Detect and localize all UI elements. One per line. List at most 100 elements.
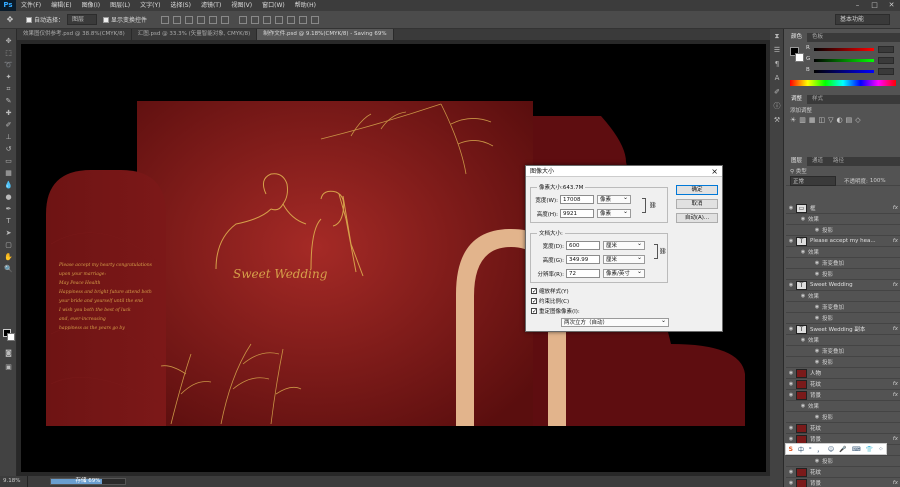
- green-slider[interactable]: [814, 59, 874, 62]
- auto-select-checkbox[interactable]: [26, 16, 32, 23]
- menu-edit[interactable]: 编辑(E): [46, 0, 76, 11]
- visibility-eye-icon[interactable]: ◉: [786, 425, 796, 431]
- layer-effect-row[interactable]: ◉效果: [786, 247, 900, 258]
- history-icon[interactable]: ⧗: [770, 29, 784, 43]
- tab-color[interactable]: 颜色: [786, 33, 808, 42]
- distribute-hcenter-icon[interactable]: [287, 15, 296, 24]
- auto-button[interactable]: 自动(A)...: [676, 213, 718, 223]
- layer-effect-row[interactable]: ◉ 投影: [786, 225, 900, 236]
- auto-select-dropdown[interactable]: 图层: [67, 14, 98, 25]
- resolution-unit[interactable]: 像素/英寸: [603, 268, 645, 278]
- align-top-icon[interactable]: [161, 15, 170, 24]
- visibility-eye-icon[interactable]: ◉: [786, 436, 796, 442]
- visibility-eye-icon[interactable]: ◉: [812, 359, 822, 365]
- resolution-input[interactable]: 72: [566, 269, 600, 278]
- blur-tool-icon[interactable]: 💧: [0, 179, 17, 191]
- layer-effect-row[interactable]: ◉ 投影: [786, 357, 900, 368]
- quick-mask-icon[interactable]: ◙: [0, 347, 17, 359]
- distribute-vcenter-icon[interactable]: [251, 15, 260, 24]
- tab-paths[interactable]: 路径: [828, 157, 849, 166]
- red-slider[interactable]: [814, 48, 874, 51]
- layer-effect-row[interactable]: ◉ 投影: [786, 269, 900, 280]
- align-hcenter-icon[interactable]: [209, 15, 218, 24]
- tab-adjustments[interactable]: 调整: [786, 95, 808, 104]
- menu-image[interactable]: 图像(I): [77, 0, 105, 11]
- layer-fx-badge[interactable]: fx: [893, 326, 898, 332]
- visibility-eye-icon[interactable]: ◉: [798, 293, 808, 299]
- menu-window[interactable]: 窗口(W): [257, 0, 290, 11]
- menu-help[interactable]: 帮助(H): [290, 0, 321, 11]
- layer-fx-badge[interactable]: fx: [893, 480, 898, 486]
- tab-layers[interactable]: 图层: [786, 157, 808, 166]
- info-icon[interactable]: ⓘ: [770, 99, 784, 113]
- history-brush-icon[interactable]: ↺: [0, 143, 17, 155]
- red-value[interactable]: [878, 46, 894, 53]
- minimize-button[interactable]: –: [849, 0, 866, 11]
- gradient-tool-icon[interactable]: ▦: [0, 167, 17, 179]
- visibility-eye-icon[interactable]: ◉: [798, 216, 808, 222]
- distribute-top-icon[interactable]: [239, 15, 248, 24]
- visibility-eye-icon[interactable]: ◉: [812, 260, 822, 266]
- ime-voice-icon[interactable]: 🎤: [839, 446, 846, 453]
- hand-tool-icon[interactable]: ✋: [0, 251, 17, 263]
- layer-effect-row[interactable]: ◉效果: [786, 214, 900, 225]
- marquee-tool-icon[interactable]: ⬚: [0, 47, 17, 59]
- visibility-eye-icon[interactable]: ◉: [812, 271, 822, 277]
- doc-tab-1[interactable]: 效果图仅供参考.psd @ 38.8%(CMYK/8): [17, 29, 132, 40]
- align-bottom-icon[interactable]: [185, 15, 194, 24]
- resample-checkbox[interactable]: ✓ 重定图像像素(I):: [531, 307, 580, 315]
- layer-fx-badge[interactable]: fx: [893, 205, 898, 211]
- ok-button[interactable]: 确定: [676, 185, 718, 195]
- brush-preset-icon[interactable]: ✐: [770, 85, 784, 99]
- path-select-icon[interactable]: ➤: [0, 227, 17, 239]
- color-bg-swatch[interactable]: [795, 53, 804, 62]
- visibility-eye-icon[interactable]: ◉: [812, 315, 822, 321]
- ime-punct-icon[interactable]: ，: [817, 445, 823, 454]
- align-right-icon[interactable]: [221, 15, 230, 24]
- tab-styles[interactable]: 样式: [807, 95, 828, 104]
- background-color-swatch[interactable]: [7, 333, 15, 341]
- ime-fullwidth-icon[interactable]: ᵒ: [809, 446, 811, 453]
- resample-method-dropdown[interactable]: 两次立方（自动）: [561, 317, 669, 327]
- move-tool-icon[interactable]: ✥: [0, 15, 20, 24]
- show-transform-checkbox[interactable]: [103, 16, 110, 23]
- align-left-icon[interactable]: [197, 15, 206, 24]
- zoom-tool-icon[interactable]: 🔍: [0, 263, 17, 275]
- layer-effect-row[interactable]: ◉效果: [786, 291, 900, 302]
- visibility-eye-icon[interactable]: ◉: [786, 282, 796, 288]
- constrain-proportions-checkbox[interactable]: ✓ 约束比例(C): [531, 297, 569, 305]
- type-tool-icon[interactable]: T: [0, 215, 17, 227]
- tab-swatches[interactable]: 色板: [807, 33, 828, 42]
- layer-effect-row[interactable]: ◉ 投影: [786, 456, 900, 467]
- auto-align-icon[interactable]: [311, 15, 320, 24]
- layer-effect-row[interactable]: ◉ 投影: [786, 412, 900, 423]
- visibility-eye-icon[interactable]: ◉: [798, 337, 808, 343]
- layer-fx-badge[interactable]: fx: [893, 238, 898, 244]
- visibility-eye-icon[interactable]: ◉: [786, 392, 796, 398]
- ime-keyboard-icon[interactable]: ⌨: [852, 446, 861, 453]
- opacity-value[interactable]: 100%: [870, 178, 886, 184]
- layer-effect-row[interactable]: ◉ 渐变叠加: [786, 346, 900, 357]
- align-vcenter-icon[interactable]: [173, 15, 182, 24]
- menu-filter[interactable]: 滤镜(T): [196, 0, 226, 11]
- menu-view[interactable]: 视图(V): [226, 0, 257, 11]
- visibility-eye-icon[interactable]: ◉: [786, 480, 796, 486]
- layer-filter-row[interactable]: ⚲ 类型: [786, 166, 900, 176]
- visibility-eye-icon[interactable]: ◉: [812, 348, 822, 354]
- screen-mode-icon[interactable]: ▣: [0, 361, 17, 373]
- menu-file[interactable]: 文件(F): [16, 0, 46, 11]
- layer-row[interactable]: ◉ 人物: [786, 368, 900, 379]
- ime-mode-cn[interactable]: 中: [798, 445, 804, 454]
- green-value[interactable]: [878, 57, 894, 64]
- visibility-eye-icon[interactable]: ◉: [786, 370, 796, 376]
- layer-effect-row[interactable]: ◉ 投影: [786, 313, 900, 324]
- maximize-button[interactable]: □: [866, 0, 883, 11]
- distribute-left-icon[interactable]: [275, 15, 284, 24]
- visibility-eye-icon[interactable]: ◉: [786, 326, 796, 332]
- close-button[interactable]: ✕: [883, 0, 900, 11]
- pixel-height-input[interactable]: 9921: [560, 209, 594, 218]
- tool-preset-icon[interactable]: ⚒: [770, 113, 784, 127]
- doc-width-unit[interactable]: 厘米: [603, 240, 645, 250]
- adjustment-icons-row[interactable]: ☀▥▦◫▽◐▤◇: [786, 116, 900, 124]
- scale-styles-checkbox[interactable]: ✓ 缩放样式(Y): [531, 287, 569, 295]
